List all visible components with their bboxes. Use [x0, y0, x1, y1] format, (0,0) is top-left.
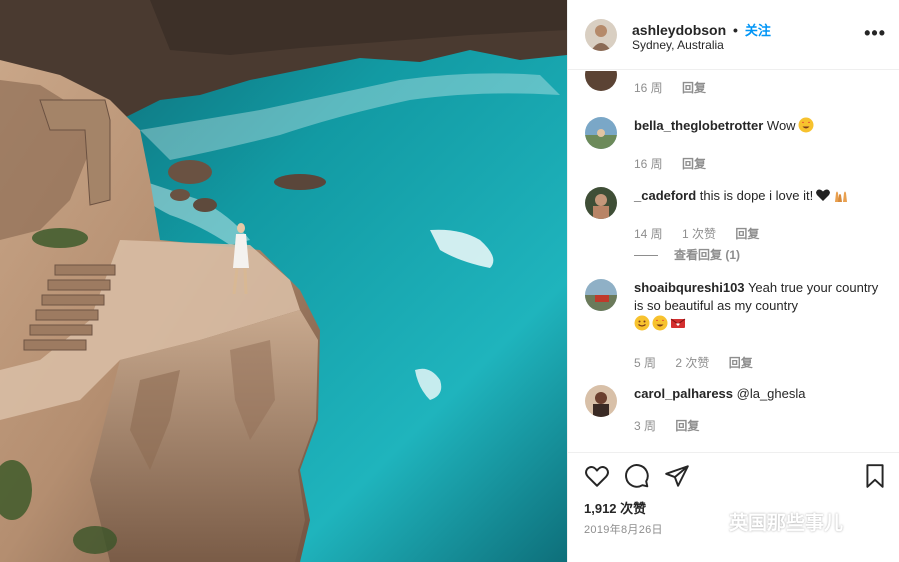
comment-meta: 16 周 回复 — [634, 155, 722, 172]
cliff-ocean-photo — [0, 0, 567, 562]
comment-text: _cadeford this is dope i love it! — [634, 187, 884, 205]
watermark-text: 英国那些事儿 — [729, 512, 844, 534]
comment-body: Wow — [766, 118, 796, 133]
more-horizontal-icon[interactable]: ••• — [864, 24, 886, 42]
view-replies-label: 查看回复 (1) — [674, 248, 741, 262]
view-replies-button[interactable]: 查看回复 (1) — [634, 246, 740, 263]
comment-icon[interactable] — [624, 463, 650, 489]
comment-time[interactable]: 16 周 — [634, 157, 663, 171]
comment-time[interactable]: 3 周 — [634, 419, 656, 433]
commenter-avatar[interactable] — [585, 279, 617, 311]
commenter-username[interactable]: carol_palharess — [634, 386, 733, 401]
comment-likes[interactable]: 2 次赞 — [675, 356, 709, 370]
comment-mention[interactable]: @la_ghesla — [737, 386, 806, 401]
star-struck-emoji-icon — [798, 117, 814, 133]
comment-text: bella_theglobetrotter Wow — [634, 117, 884, 135]
comment-meta: 14 周 1 次赞 回复 — [634, 225, 775, 242]
commenter-avatar[interactable] — [585, 187, 617, 219]
comment-time[interactable]: 14 周 — [634, 227, 663, 241]
post-actions: 1,912 次赞 2019年8月26日 — [568, 452, 899, 562]
commenter-avatar[interactable] — [585, 385, 617, 417]
reply-button[interactable]: 回复 — [735, 227, 759, 241]
replies-divider — [634, 255, 658, 257]
author-avatar[interactable] — [585, 19, 617, 51]
comment-likes[interactable]: 1 次赞 — [682, 227, 716, 241]
comment-meta: 3 周 回复 — [634, 417, 715, 434]
star-struck-emoji-icon — [652, 315, 668, 331]
comment-time[interactable]: 5 周 — [634, 356, 656, 370]
watermark: 英国那些事儿 — [694, 508, 844, 535]
separator-dot: • — [733, 22, 738, 38]
black-heart-emoji-icon — [815, 187, 831, 203]
reply-button[interactable]: 回复 — [729, 356, 753, 370]
raising-hands-emoji-icon — [833, 187, 849, 203]
commenter-username[interactable]: bella_theglobetrotter — [634, 118, 763, 133]
post-side-panel: ashleydobson • 关注 Sydney, Australia ••• … — [567, 0, 899, 562]
comment-body: this is dope i love it! — [699, 188, 814, 203]
paper-plane-icon[interactable] — [664, 463, 690, 489]
comment-text: shoaibqureshi103 Yeah true your country … — [634, 279, 884, 333]
comment-meta: 5 周 2 次赞 回复 — [634, 354, 769, 371]
commenter-username[interactable]: shoaibqureshi103 — [634, 280, 745, 295]
post-date: 2019年8月26日 — [584, 524, 663, 536]
comment-time[interactable]: 16 周 — [634, 81, 663, 95]
comment-meta: 16 周 回复 — [634, 79, 722, 96]
follow-button[interactable]: 关注 — [745, 23, 771, 38]
commenter-avatar[interactable] — [585, 117, 617, 149]
post-photo[interactable] — [0, 0, 567, 562]
post-location[interactable]: Sydney, Australia — [632, 38, 724, 52]
comment-text: carol_palharess @la_ghesla — [634, 385, 884, 403]
commenter-username[interactable]: _cadeford — [634, 188, 696, 203]
reply-button[interactable]: 回复 — [682, 157, 706, 171]
reply-button[interactable]: 回复 — [682, 81, 706, 95]
comments-list[interactable]: 16 周 回复 bella_theglobetrotter Wow 16 周 回… — [568, 71, 899, 449]
wechat-icon — [694, 510, 722, 533]
heart-icon[interactable] — [584, 463, 610, 489]
author-username-line: ashleydobson • 关注 — [632, 20, 771, 39]
commenter-avatar[interactable] — [585, 71, 617, 91]
post-header: ashleydobson • 关注 Sydney, Australia ••• — [568, 0, 899, 70]
likes-count[interactable]: 1,912 次赞 — [584, 498, 646, 517]
bookmark-icon[interactable] — [862, 463, 888, 489]
love-letter-emoji-icon — [670, 315, 686, 331]
smiling-face-emoji-icon — [634, 315, 650, 331]
reply-button[interactable]: 回复 — [675, 419, 699, 433]
author-username[interactable]: ashleydobson — [632, 22, 726, 38]
